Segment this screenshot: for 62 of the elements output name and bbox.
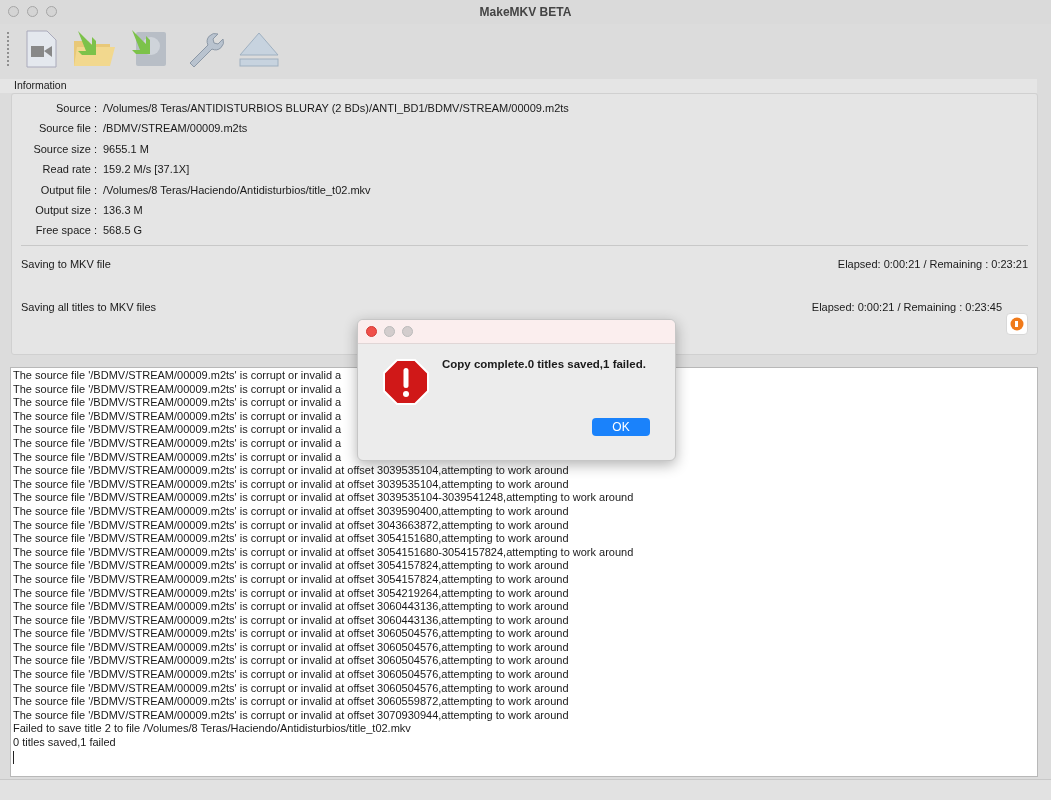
close-button[interactable] bbox=[8, 6, 19, 17]
progress-label: Saving all titles to MKV files bbox=[21, 301, 157, 314]
log-line: The source file '/BDMV/STREAM/00009.m2ts' is corrupt or invalid at offset 3039535104,attempting to work around bbox=[13, 477, 569, 492]
field-value: 136.3 M bbox=[103, 203, 144, 217]
log-line: The source file '/BDMV/STREAM/00009.m2ts' is corrupt or invalid at offset 3054151680,attempting to work around bbox=[13, 532, 569, 546]
field-label: Source : bbox=[55, 102, 97, 115]
log-line: The source file '/BDMV/STREAM/00009.m2ts' is corrupt or invalid a bbox=[13, 450, 342, 465]
ok-button[interactable]: OK bbox=[592, 418, 650, 436]
text-cursor bbox=[13, 750, 14, 764]
group-title: Information bbox=[0, 79, 1037, 93]
video-file-icon[interactable] bbox=[24, 30, 58, 68]
field-value: 159.2 M/s [37.1X] bbox=[103, 163, 191, 177]
open-folder-icon[interactable] bbox=[72, 29, 116, 69]
log-line: The source file '/BDMV/STREAM/00009.m2ts' is corrupt or invalid at offset 3070930944,attempting to work around bbox=[13, 708, 569, 723]
log-line: The source file '/BDMV/STREAM/00009.m2ts' is corrupt or invalid at offset 3060443136,attempting to work around bbox=[13, 613, 569, 628]
log-line: The source file '/BDMV/STREAM/00009.m2ts' is corrupt or invalid at offset 3054157824,attempting to work around bbox=[13, 572, 569, 587]
log-line: The source file '/BDMV/STREAM/00009.m2ts' is corrupt or invalid at offset 3060504576,attempting to work around bbox=[13, 640, 569, 655]
log-line: The source file '/BDMV/STREAM/00009.m2ts' is corrupt or invalid at offset 3039535104,attempting to work around bbox=[13, 464, 569, 478]
field-label: Output size : bbox=[34, 203, 97, 217]
field-label: Read rate : bbox=[41, 163, 97, 177]
log-line: The source file '/BDMV/STREAM/00009.m2ts' is corrupt or invalid at offset 3039590400,attempting to work around bbox=[13, 504, 569, 519]
zoom-button[interactable] bbox=[402, 326, 413, 337]
log-line: The source file '/BDMV/STREAM/00009.m2ts' is corrupt or invalid a bbox=[13, 436, 342, 451]
field-value: /BDMV/STREAM/00009.m2ts bbox=[103, 122, 249, 136]
progress-time: Elapsed: 0:00:21 / Remaining : 0:23:21 bbox=[837, 258, 1028, 271]
stop-button[interactable] bbox=[1006, 313, 1028, 336]
log-line: The source file '/BDMV/STREAM/00009.m2ts' is corrupt or invalid a bbox=[13, 369, 342, 383]
field-label: Source size : bbox=[32, 142, 97, 156]
field-value: /Volumes/8 Teras/Haciendo/Antidisturbios/title_t02.mkv bbox=[103, 183, 372, 197]
log-line: 0 titles saved,1 failed bbox=[13, 736, 116, 750]
field-value: 9655.1 M bbox=[103, 142, 150, 156]
field-value: 568.5 G bbox=[103, 224, 144, 238]
field-label: Source file : bbox=[37, 122, 97, 136]
log-line: The source file '/BDMV/STREAM/00009.m2ts' is corrupt or invalid at offset 3060504576,attempting to work around bbox=[13, 654, 569, 669]
log-line: The source file '/BDMV/STREAM/00009.m2ts' is corrupt or invalid a bbox=[13, 382, 342, 397]
log-line: The source file '/BDMV/STREAM/00009.m2ts' is corrupt or invalid at offset 3043663872,attempting to work around bbox=[13, 518, 569, 533]
log-line: The source file '/BDMV/STREAM/00009.m2ts' is corrupt or invalid at offset 3060559872,attempting to work around bbox=[13, 695, 569, 709]
progress-time: Elapsed: 0:00:21 / Remaining : 0:23:45 bbox=[811, 301, 1002, 314]
log-line: The source file '/BDMV/STREAM/00009.m2ts' is corrupt or invalid a bbox=[13, 409, 342, 424]
field-label: Output file : bbox=[39, 183, 97, 197]
field-value: /Volumes/8 Teras/ANTIDISTURBIOS BLURAY (2 BDs)/ANTI_BD1/BDMV/STREAM/00009.m2ts bbox=[103, 102, 570, 115]
window-title: MakeMKV BETA bbox=[479, 5, 572, 19]
dialog-message: Copy complete.0 titles saved,1 failed. bbox=[442, 358, 646, 370]
log-line: The source file '/BDMV/STREAM/00009.m2ts' is corrupt or invalid at offset 3054219264,attempting to work around bbox=[13, 586, 569, 601]
zoom-button[interactable] bbox=[46, 6, 57, 17]
log-line: Failed to save title 2 to file /Volumes/8 Teras/Haciendo/Antidisturbios/title_t02.mkv bbox=[13, 722, 411, 737]
field-label: Free space : bbox=[34, 224, 97, 238]
error-stop-sign-icon bbox=[382, 358, 430, 406]
log-line: The source file '/BDMV/STREAM/00009.m2ts' is corrupt or invalid at offset 3060504576,attempting to work around bbox=[13, 627, 569, 641]
log-line: The source file '/BDMV/STREAM/00009.m2ts' is corrupt or invalid at offset 3054157824,attempting to work around bbox=[13, 559, 569, 573]
toolbar-grip-icon bbox=[6, 31, 10, 67]
close-button[interactable] bbox=[366, 326, 377, 337]
log-line: The source file '/BDMV/STREAM/00009.m2ts' is corrupt or invalid at offset 3060443136,attempting to work around bbox=[13, 600, 569, 614]
progress-label: Saving to MKV file bbox=[21, 258, 111, 271]
log-line: The source file '/BDMV/STREAM/00009.m2ts' is corrupt or invalid a bbox=[13, 423, 342, 437]
log-line: The source file '/BDMV/STREAM/00009.m2ts' is corrupt or invalid at offset 3054151680-3054157824,attempting to work around bbox=[13, 545, 634, 560]
log-line: The source file '/BDMV/STREAM/00009.m2ts' is corrupt or invalid at offset 3060504576,attempting to work around bbox=[13, 681, 569, 696]
log-line: The source file '/BDMV/STREAM/00009.m2ts' is corrupt or invalid at offset 3060504576,attempting to work around bbox=[13, 668, 569, 682]
minimize-button[interactable] bbox=[384, 326, 395, 337]
log-line: The source file '/BDMV/STREAM/00009.m2ts' is corrupt or invalid at offset 3039535104-3039541248,attempting to work around bbox=[13, 491, 634, 505]
minimize-button[interactable] bbox=[27, 6, 38, 17]
log-line: The source file '/BDMV/STREAM/00009.m2ts' is corrupt or invalid a bbox=[13, 396, 342, 410]
